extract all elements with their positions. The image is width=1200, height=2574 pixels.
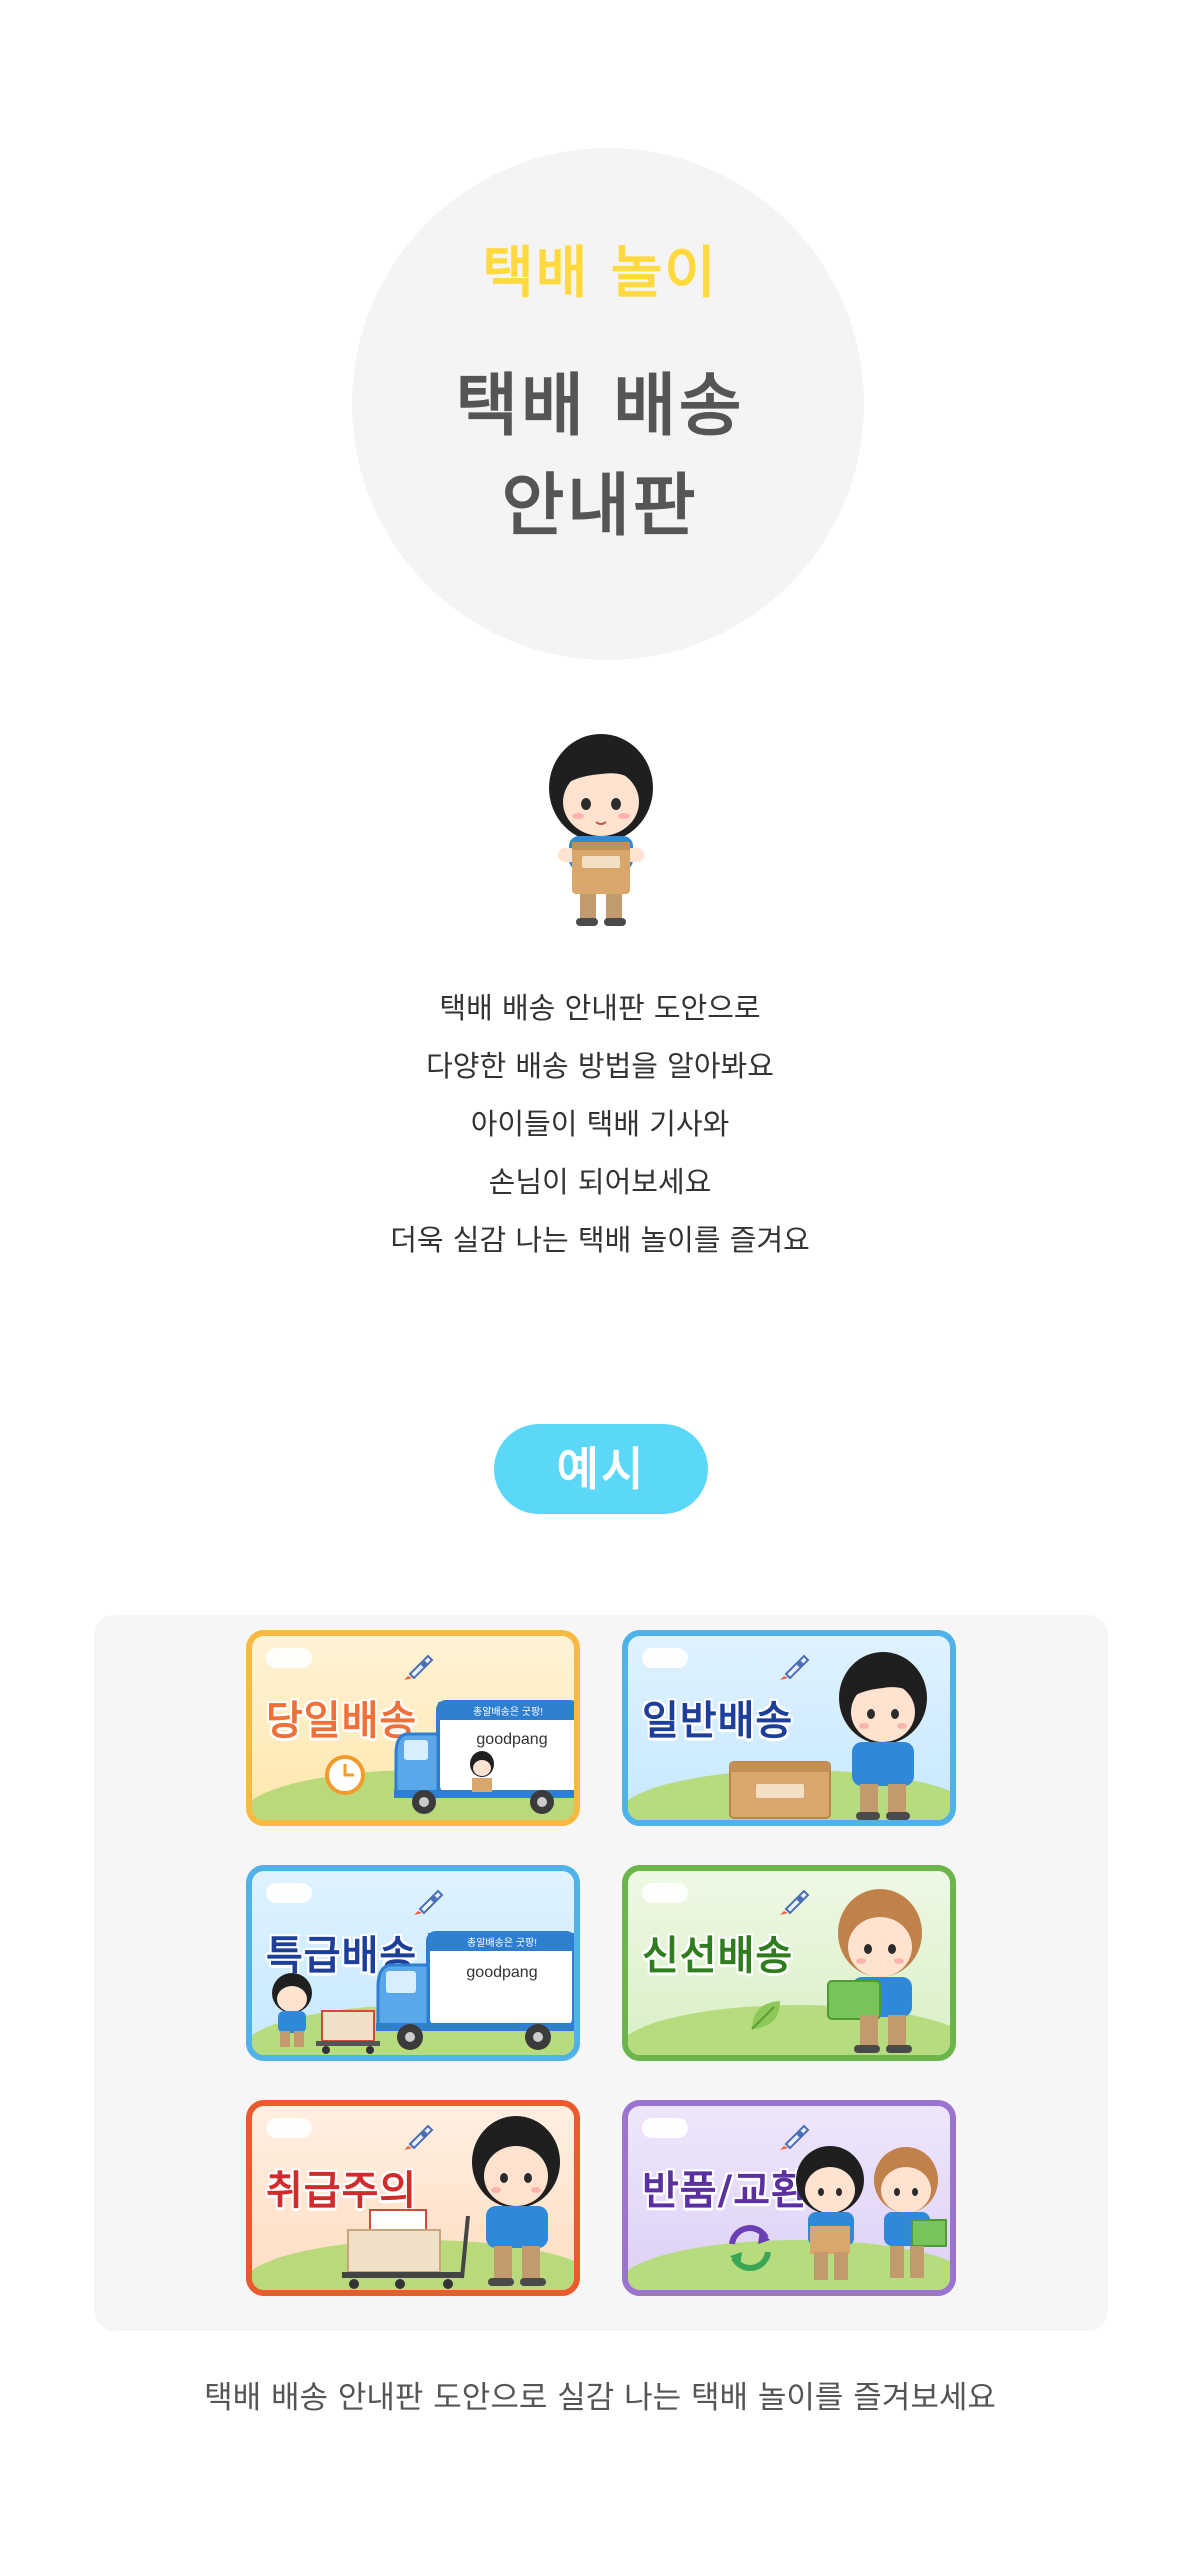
delivery-truck-icon: 총알배송은 굿팡! goodpang (376, 1931, 574, 2050)
sign-card-standard: 일반배송 (622, 1630, 956, 1826)
delivery-truck-icon: 총알배송은 굿팡! goodpang (394, 1700, 574, 1814)
exchange-arrows-icon (729, 2225, 771, 2271)
cloud-icon (266, 2118, 312, 2138)
description-line: 손님이 되어보세요 (488, 1165, 712, 1199)
leaf-icon (751, 2001, 780, 2030)
delivery-boy-mascot (549, 734, 653, 926)
sign-card-fresh: 신선배송 (622, 1865, 956, 2061)
rocket-icon (780, 1654, 810, 1680)
sign-card-same-day: 당일배송 총알배송은 굿팡! goodpang (246, 1630, 580, 1826)
delivery-boys-figure (796, 2146, 947, 2280)
description-line: 택배 배송 안내판 도안으로 (439, 991, 761, 1025)
example-panel: 당일배송 총알배송은 굿팡! goodpang 일반배송 특급배송 총알배송은 … (94, 1615, 1108, 2331)
cloud-icon (266, 1883, 312, 1903)
svg-text:goodpang: goodpang (476, 1731, 547, 1748)
cloud-icon (642, 1883, 688, 1903)
hero-title-line-1: 택배 배송 (455, 367, 745, 446)
sign-card-express: 특급배송 총알배송은 굿팡! goodpang (246, 1865, 580, 2061)
hero-title-line-2: 안내판 (501, 467, 699, 546)
sign-card-return-exchange: 반품/교환 (622, 2100, 956, 2296)
parcel-box-icon (729, 1761, 831, 1819)
svg-text:총알배송은 굿팡!: 총알배송은 굿팡! (473, 1706, 543, 1718)
delivery-boy-figure (472, 2116, 560, 2286)
clock-icon (325, 1755, 365, 1795)
description-line: 아이들이 택배 기사와 (470, 1107, 730, 1141)
svg-text:총알배송은 굿팡!: 총알배송은 굿팡! (467, 1937, 537, 1949)
description-line: 더욱 실감 나는 택배 놀이를 즐겨요 (390, 1223, 810, 1257)
sign-label: 반품/교환 (642, 2168, 809, 2214)
hand-cart-boxes-icon (342, 2209, 470, 2289)
rocket-icon (404, 2124, 434, 2150)
svg-text:goodpang: goodpang (466, 1964, 537, 1981)
delivery-boy-figure (839, 1652, 927, 1820)
sign-card-fragile: 취급주의 (246, 2100, 580, 2296)
rocket-icon (780, 1889, 810, 1915)
rocket-icon (404, 1654, 434, 1680)
description-line: 다양한 배송 방법을 알아봐요 (426, 1049, 774, 1083)
sign-label: 신선배송 (642, 1933, 794, 1979)
delivery-boy-cart-figure (272, 1973, 380, 2054)
cloud-icon (642, 1648, 688, 1668)
footer-caption: 택배 배송 안내판 도안으로 실감 나는 택배 놀이를 즐겨보세요 (204, 2380, 996, 2416)
rocket-icon (414, 1889, 444, 1915)
example-badge: 예시 (494, 1424, 708, 1514)
sign-label: 일반배송 (642, 1698, 794, 1744)
delivery-boy-figure (827, 1889, 922, 2053)
cloud-icon (642, 2118, 688, 2138)
cloud-icon (266, 1648, 312, 1668)
hero-eyebrow: 택배 놀이 (482, 241, 718, 306)
